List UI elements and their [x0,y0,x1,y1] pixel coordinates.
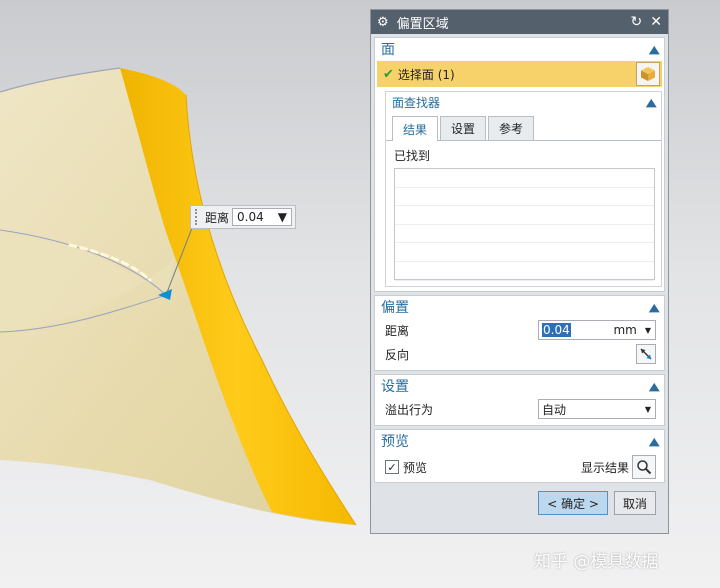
show-result-label: 显示结果 [580,460,629,475]
offset-region-dialog: ⚙ 偏置区域 ↻ ✕ 面 ▲ ✔ 选择面 (1) 面查找器 ▲ 结果 设置 参考… [370,9,669,534]
ok-button[interactable]: < 确定 > [538,491,608,515]
inline-distance-input[interactable]: 0.04 ▼ [232,208,292,226]
face-section: 面 ▲ ✔ 选择面 (1) 面查找器 ▲ 结果 设置 参考 已找到 [374,37,665,292]
reset-icon[interactable]: ↻ [631,14,643,30]
settings-section-title: 设置 [381,379,409,395]
face-section-title: 面 [381,42,395,58]
offset-section-title: 偏置 [381,300,409,316]
face-finder-title: 面查找器 [392,95,441,110]
list-item[interactable] [395,169,654,188]
found-results-list[interactable] [394,168,655,281]
overflow-row: 溢出行为 自动 ▼ [375,397,664,421]
chevron-up-icon[interactable]: ▲ [648,301,659,314]
list-item[interactable] [395,243,654,262]
select-face-label: 选择面 (1) [397,67,455,82]
chevron-up-icon[interactable]: ▲ [648,435,659,448]
chevron-down-icon[interactable]: ▼ [278,210,287,224]
chevron-up-icon[interactable]: ▲ [648,43,659,56]
settings-section-header[interactable]: 设置 ▲ [375,375,664,397]
chevron-up-icon[interactable]: ▲ [645,96,656,109]
preview-section: 预览 ▲ ✓ 预览 显示结果 [374,429,665,483]
cube-icon[interactable] [636,62,660,86]
found-label: 已找到 [394,149,431,163]
reverse-row: 反向 [375,342,664,366]
gear-icon: ⚙ [377,14,389,30]
face-section-header[interactable]: 面 ▲ [375,38,664,60]
face-finder-header[interactable]: 面查找器 ▲ [386,92,661,112]
magnifier-icon [637,460,652,475]
preview-section-title: 预览 [381,434,409,450]
settings-section: 设置 ▲ 溢出行为 自动 ▼ [374,374,665,426]
overflow-label: 溢出行为 [385,402,434,417]
cancel-button[interactable]: 取消 [613,491,656,515]
preview-checkbox[interactable]: ✓ [385,460,399,474]
list-item[interactable] [395,262,654,281]
watermark: 知乎 @模具数据 [534,552,659,572]
chevron-down-icon[interactable]: ▼ [645,405,651,414]
overflow-value: 自动 [542,402,567,417]
preview-checkbox-label[interactable]: ✓ 预览 [385,459,427,476]
tab-settings[interactable]: 设置 [440,116,487,140]
dialog-title-bar[interactable]: ⚙ 偏置区域 ↻ ✕ [371,10,668,34]
list-item[interactable] [395,206,654,225]
reverse-label: 反向 [385,347,410,362]
finder-tabs: 结果 设置 参考 [386,112,661,141]
inline-distance-value: 0.04 [237,210,264,224]
preview-row: ✓ 预览 显示结果 [375,452,664,482]
distance-input[interactable]: 0.04 mm ▼ [538,320,656,340]
inline-distance-field[interactable]: 距离 0.04 ▼ [190,205,296,229]
offset-section: 偏置 ▲ 距离 0.04 mm ▼ 反向 [374,295,665,371]
close-icon[interactable]: ✕ [650,14,662,30]
check-icon: ✔ [383,66,394,82]
list-item[interactable] [395,225,654,244]
distance-unit: mm [613,323,637,337]
show-result-button[interactable] [632,455,656,479]
chevron-up-icon[interactable]: ▲ [648,380,659,393]
face-finder-panel: 面查找器 ▲ 结果 设置 参考 已找到 [385,91,662,287]
distance-row: 距离 0.04 mm ▼ [375,318,664,342]
distance-value: 0.04 [542,323,571,337]
inline-distance-label: 距离 [205,210,230,225]
tab-results[interactable]: 结果 [392,116,439,141]
dialog-footer: < 确定 > 取消 [371,483,668,515]
tab-reference[interactable]: 参考 [488,116,535,140]
reverse-icon [640,348,652,360]
distance-label: 距离 [385,323,410,338]
show-result-group: 显示结果 [581,455,656,479]
overflow-select[interactable]: 自动 ▼ [538,399,656,419]
drag-handle-icon[interactable] [195,209,201,225]
dialog-title: 偏置区域 [396,16,449,32]
preview-label: 预览 [403,460,428,475]
preview-section-header[interactable]: 预览 ▲ [375,430,664,452]
chevron-down-icon[interactable]: ▼ [645,326,651,335]
select-face-row[interactable]: ✔ 选择面 (1) [377,61,662,87]
offset-section-header[interactable]: 偏置 ▲ [375,296,664,318]
list-item[interactable] [395,188,654,207]
reverse-direction-button[interactable] [636,344,656,364]
